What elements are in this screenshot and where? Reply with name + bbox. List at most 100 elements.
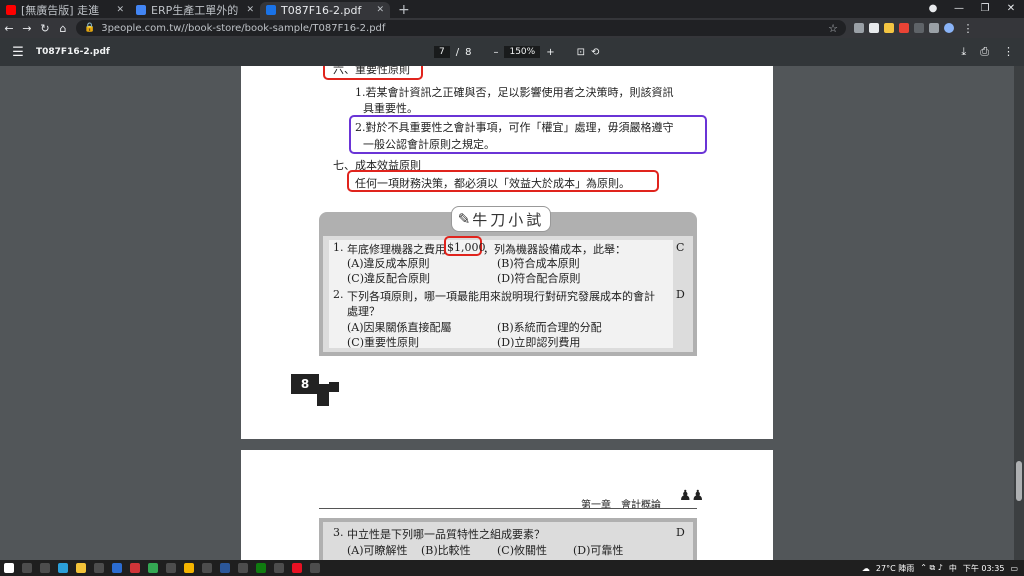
zoom-in-button[interactable]: + bbox=[546, 47, 554, 58]
app-icon[interactable] bbox=[166, 563, 176, 573]
extension-icon[interactable] bbox=[914, 23, 924, 33]
weather-icon[interactable]: ☁ bbox=[862, 564, 870, 573]
close-icon[interactable]: ✕ bbox=[376, 5, 384, 15]
app-icon[interactable] bbox=[184, 563, 194, 573]
question-number: 3. bbox=[333, 526, 344, 539]
paragraph-line: 任何一項財務決策，都必須以「效益大於成本」為原則。 bbox=[355, 177, 630, 190]
question-amount: $1,000 bbox=[447, 241, 486, 254]
clock[interactable]: 下午 03:35 bbox=[963, 563, 1005, 574]
home-icon[interactable]: ⌂ bbox=[54, 22, 72, 35]
hamburger-menu-icon[interactable]: ☰ bbox=[0, 45, 36, 60]
app-icon[interactable] bbox=[274, 563, 284, 573]
section-heading: 六、重要性原則 bbox=[333, 66, 410, 76]
scrollbar-thumb[interactable] bbox=[1016, 461, 1022, 501]
current-page-input[interactable]: 7 bbox=[434, 46, 450, 58]
option: (A)因果關係直接配屬 bbox=[347, 321, 452, 334]
close-window-button[interactable]: ✕ bbox=[998, 0, 1024, 18]
tab-2[interactable]: ERP生產工單外的 ✕ bbox=[130, 2, 260, 18]
divider bbox=[319, 508, 697, 509]
pdf-viewer[interactable]: 六、重要性原則 1.若某會計資訊之正確與否，足以影響使用者之決策時，則該資訊 具… bbox=[0, 66, 1024, 560]
option: (A)違反成本原則 bbox=[347, 257, 430, 270]
tab-3-label: T087F16-2.pdf bbox=[281, 3, 362, 17]
download-icon[interactable]: ⤓ bbox=[961, 45, 966, 59]
windows-start-icon[interactable] bbox=[4, 563, 14, 573]
option: (A)可瞭解性 bbox=[347, 544, 408, 557]
pdf-toolbar: ☰ T087F16-2.pdf 7 / 8 – 150% + ⊡ ⟲ ⤓ ⎙ ⋮ bbox=[0, 38, 1024, 66]
tab-2-label: ERP生產工單外的 bbox=[151, 4, 239, 17]
pdf-title: T087F16-2.pdf bbox=[36, 47, 110, 57]
maximize-button[interactable]: ❐ bbox=[972, 0, 998, 18]
extension-icon[interactable] bbox=[899, 23, 909, 33]
youtube-icon bbox=[6, 5, 16, 15]
word-icon[interactable] bbox=[220, 563, 230, 573]
app-icon[interactable] bbox=[256, 563, 266, 573]
decorative-block bbox=[329, 382, 339, 392]
option: (B)系統而合理的分配 bbox=[497, 321, 602, 334]
extension-icon[interactable] bbox=[854, 23, 864, 33]
store-icon[interactable] bbox=[94, 563, 104, 573]
page-number: 8 bbox=[291, 374, 319, 394]
address-bar[interactable]: 🔒 3people.com.tw//book-store/book-sample… bbox=[76, 20, 846, 36]
tab-1[interactable]: [無廣告版] 走進 ✕ bbox=[0, 2, 130, 18]
option: (B)符合成本原則 bbox=[497, 257, 580, 270]
decorative-block bbox=[317, 394, 329, 406]
window-controls: ● — ❐ ✕ bbox=[920, 0, 1024, 18]
option: (D)立即認列費用 bbox=[497, 336, 581, 349]
question-number: 1. bbox=[333, 241, 344, 254]
extension-icon[interactable] bbox=[884, 23, 894, 33]
decorative-block bbox=[319, 384, 329, 394]
more-menu-icon[interactable]: ⋮ bbox=[959, 22, 977, 35]
zoom-out-button[interactable]: – bbox=[493, 47, 498, 58]
app-icon[interactable] bbox=[130, 563, 140, 573]
zoom-level[interactable]: 150% bbox=[504, 46, 541, 58]
paragraph-line: 2.對於不具重要性之會計事項，可作「權宜」處理，毋須嚴格遵守 bbox=[355, 121, 674, 134]
extensions-area: ⋮ bbox=[854, 22, 977, 35]
ime-indicator[interactable]: 中 bbox=[949, 563, 957, 574]
app-icon[interactable] bbox=[202, 563, 212, 573]
option: (C)違反配合原則 bbox=[347, 272, 430, 285]
lock-icon[interactable]: 🔒 bbox=[84, 23, 95, 33]
minimize-button[interactable]: — bbox=[946, 0, 972, 18]
answer-key: D bbox=[676, 288, 685, 301]
question-text: 中立性是下列哪一品質特性之組成要素？ bbox=[347, 528, 545, 541]
site-icon bbox=[136, 5, 146, 15]
app-icon[interactable] bbox=[292, 563, 302, 573]
weather-text[interactable]: 27°C 陣雨 bbox=[876, 563, 914, 574]
page-separator: / bbox=[455, 46, 460, 58]
extension-icon[interactable] bbox=[869, 23, 879, 33]
bookmark-star-icon[interactable]: ☆ bbox=[828, 22, 838, 35]
forward-icon[interactable]: → bbox=[18, 22, 36, 35]
notification-icon[interactable]: ▭ bbox=[1010, 564, 1018, 573]
more-actions-icon[interactable]: ⋮ bbox=[1003, 45, 1014, 59]
avatar[interactable] bbox=[944, 23, 954, 33]
file-explorer-icon[interactable] bbox=[76, 563, 86, 573]
close-icon[interactable]: ✕ bbox=[116, 5, 124, 15]
extensions-puzzle-icon[interactable] bbox=[929, 23, 939, 33]
total-pages: 8 bbox=[465, 46, 472, 58]
close-icon[interactable]: ✕ bbox=[246, 5, 254, 15]
rotate-icon[interactable]: ⟲ bbox=[591, 47, 599, 58]
fit-page-icon[interactable]: ⊡ bbox=[577, 47, 585, 58]
tray-icons[interactable]: ⌃ ⧉ ♪ bbox=[920, 563, 943, 573]
chrome-icon[interactable] bbox=[148, 563, 158, 573]
task-view-icon[interactable] bbox=[40, 563, 50, 573]
back-icon[interactable]: ← bbox=[0, 22, 18, 35]
option: (C)攸關性 bbox=[497, 544, 547, 557]
option: (B)比較性 bbox=[421, 544, 471, 557]
question-text: 處理？ bbox=[347, 305, 380, 318]
quiz-title: 牛刀小試 bbox=[472, 210, 545, 229]
mail-icon[interactable] bbox=[112, 563, 122, 573]
scrollbar[interactable] bbox=[1014, 66, 1024, 560]
print-icon[interactable]: ⎙ bbox=[980, 45, 989, 59]
tab-3[interactable]: T087F16-2.pdf ✕ bbox=[260, 2, 390, 18]
app-icon[interactable] bbox=[310, 563, 320, 573]
paragraph-line: 一般公認會計原則之規定。 bbox=[363, 138, 495, 151]
new-tab-button[interactable]: + bbox=[390, 2, 418, 18]
reload-icon[interactable]: ↻ bbox=[36, 22, 54, 35]
app-icon[interactable] bbox=[238, 563, 248, 573]
search-icon[interactable] bbox=[22, 563, 32, 573]
answer-key: C bbox=[676, 241, 685, 254]
profile-icon[interactable]: ● bbox=[920, 0, 946, 18]
edge-icon[interactable] bbox=[58, 563, 68, 573]
option: (D)符合配合原則 bbox=[497, 272, 581, 285]
